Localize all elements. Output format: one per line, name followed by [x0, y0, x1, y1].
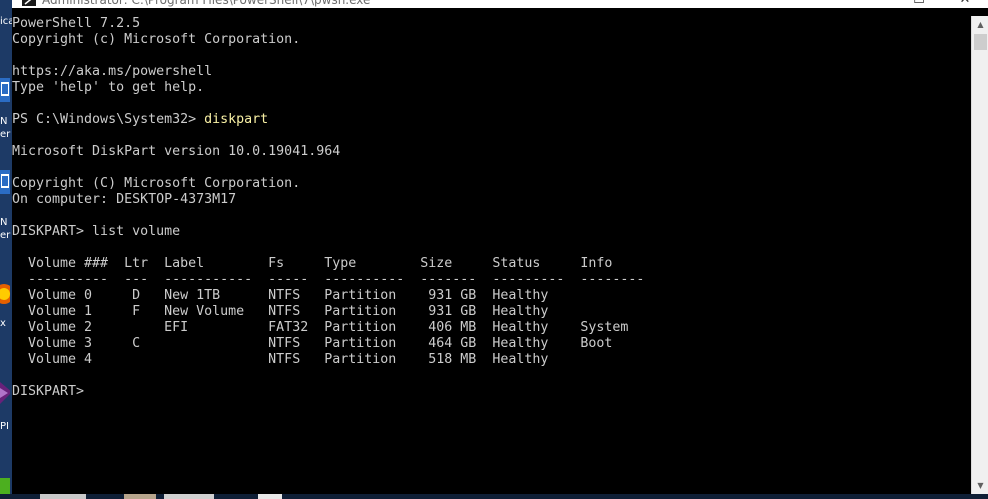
powershell-icon: [22, 0, 36, 6]
volume-table-header: Volume ### Ltr Label Fs Type Size Status…: [12, 256, 613, 271]
console-line: https://aka.ms/powershell: [12, 64, 213, 79]
desktop-icon-label: PI: [0, 421, 9, 432]
taskbar-item[interactable]: [40, 494, 86, 499]
window-title: Administrator: C:\Program Files\PowerShe…: [42, 0, 371, 7]
console-line: PowerShell 7.2.5: [12, 16, 141, 31]
taskbar-item[interactable]: [164, 494, 214, 499]
firefox-icon[interactable]: [0, 276, 10, 312]
volume-table-separator: ---------- --- ----------- ----- -------…: [12, 272, 645, 287]
diskpart-prompt[interactable]: DISKPART>: [12, 384, 970, 400]
console-line: Copyright (c) Microsoft Corporation.: [12, 32, 301, 47]
desktop-icon-label: N: [0, 116, 8, 127]
taskbar-item[interactable]: [258, 494, 282, 499]
scroll-down-arrow-icon[interactable]: ▼: [972, 477, 988, 494]
volume-table-row: Volume 2 EFI FAT32 Partition 406 MB Heal…: [12, 320, 629, 335]
console-output[interactable]: PowerShell 7.2.5 Copyright (c) Microsoft…: [12, 16, 970, 494]
window-title-bar[interactable]: Administrator: C:\Program Files\PowerShe…: [12, 0, 988, 8]
volume-table-row: Volume 1 F New Volume NTFS Partition 931…: [12, 304, 549, 319]
console-line: Copyright (C) Microsoft Corporation.: [12, 176, 301, 191]
console-line: DISKPART> list volume: [12, 224, 181, 239]
console-line: On computer: DESKTOP-4373M17: [12, 192, 237, 207]
prompt-line: PS C:\Windows\System32> diskpart: [12, 112, 970, 128]
minimize-button[interactable]: —: [844, 0, 890, 8]
typed-command: diskpart: [204, 112, 269, 127]
console-line: Type 'help' to get help.: [12, 80, 205, 95]
scrollbar-thumb[interactable]: [974, 34, 987, 50]
scroll-up-arrow-icon[interactable]: ▲: [972, 16, 988, 33]
volume-table-row: Volume 3 C NTFS Partition 464 GB Healthy…: [12, 336, 613, 351]
desktop-icon-label: er: [0, 129, 11, 140]
desktop-icon-label: N: [0, 217, 8, 228]
desktop-background: ica N er N er x PI: [0, 0, 12, 499]
monitor-icon[interactable]: [0, 170, 10, 194]
vertical-scrollbar[interactable]: ▲ ▼: [971, 16, 988, 494]
close-button[interactable]: ✕: [942, 0, 988, 8]
volume-table-row: Volume 0 D New 1TB NTFS Partition 931 GB…: [12, 288, 549, 303]
desktop-icon-label: x: [0, 318, 6, 329]
desktop-icon-label: er: [0, 230, 11, 241]
desktop-icon-label: ica: [0, 16, 12, 27]
prompt: PS C:\Windows\System32>: [12, 112, 205, 127]
monitor-icon[interactable]: [0, 78, 10, 102]
volume-table-row: Volume 4 NTFS Partition 518 MB Healthy: [12, 352, 549, 367]
taskbar-item[interactable]: [124, 494, 156, 499]
maximize-button[interactable]: ☐: [896, 0, 942, 8]
console-line: Microsoft DiskPart version 10.0.19041.96…: [12, 144, 341, 159]
visual-studio-icon[interactable]: [0, 378, 10, 414]
